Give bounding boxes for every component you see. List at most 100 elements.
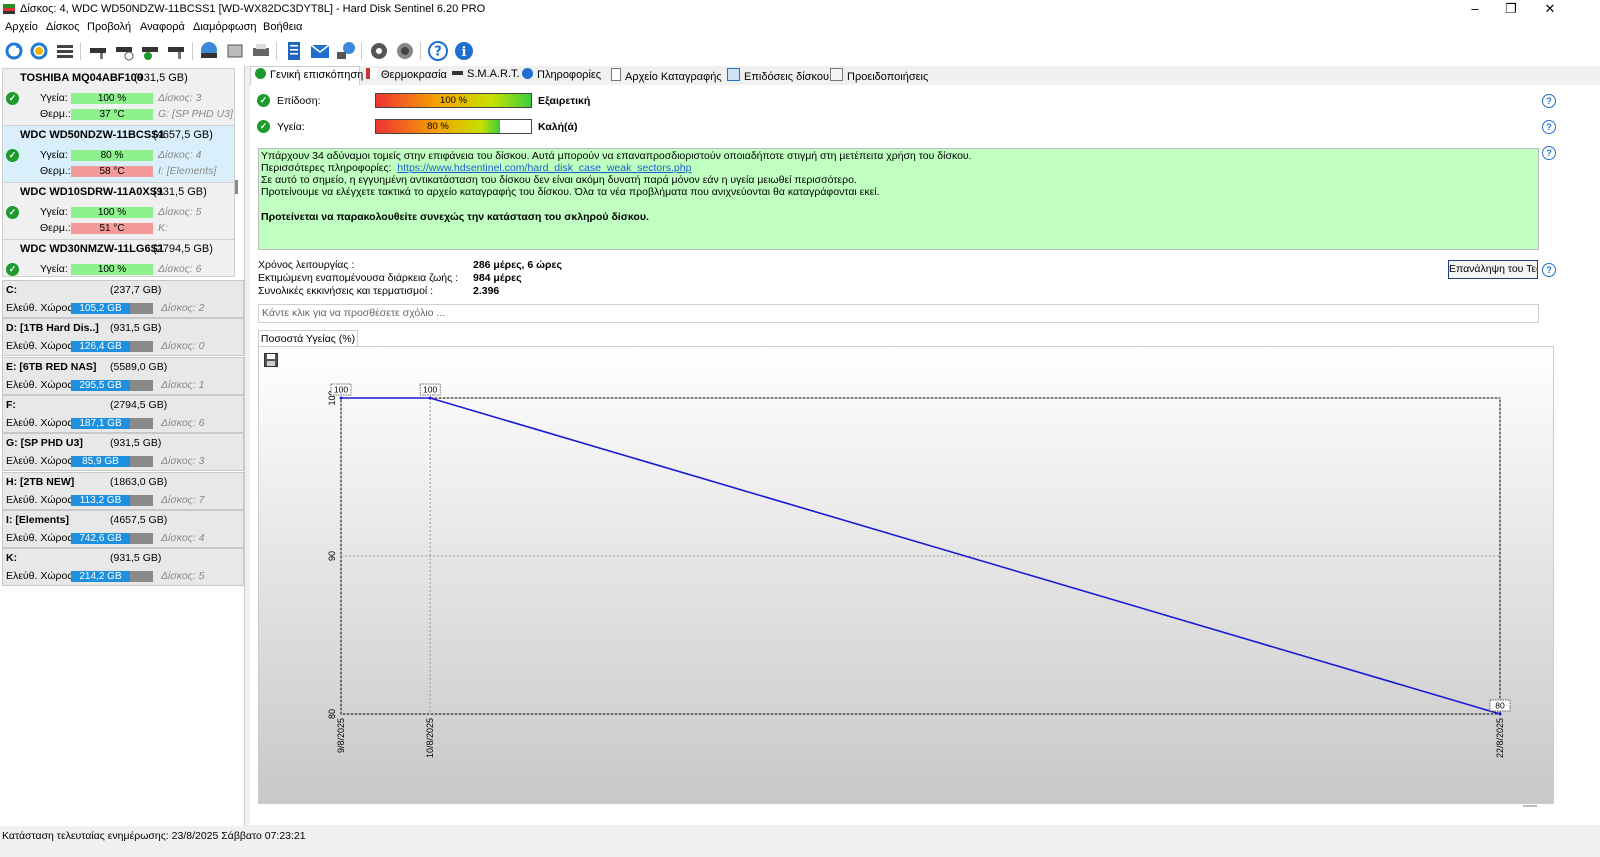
menu-report[interactable]: Αναφορά — [140, 21, 185, 33]
volume-card[interactable]: C: (237,7 GB) Ελεύθ. Χώρος 105,2 GB Δίσκος: … — [2, 280, 244, 318]
tab-label: Γενική επισκόπηση — [270, 69, 364, 81]
speaker-icon[interactable] — [394, 40, 416, 62]
mail-icon[interactable] — [309, 40, 331, 62]
tab-temperature[interactable]: Θερμοκρασία — [366, 68, 447, 84]
tab-alerts[interactable]: Προειδοποιήσεις — [830, 68, 928, 84]
free-space-fill: 85,9 GB — [71, 456, 131, 468]
uptime-label: Χρόνος λειτουργίας : — [258, 259, 355, 271]
tab-log[interactable]: Αρχείο Καταγραφής — [611, 68, 722, 84]
disk-card-selected[interactable]: WDC WD50NDZW-11BCSS1 (4657,5 GB) ✓ Υγεία… — [2, 125, 235, 183]
volume-size: (931,5 GB) — [110, 437, 162, 450]
disk-list-scrollbar[interactable] — [235, 180, 238, 194]
tab-overview[interactable]: Γενική επισκόπηση — [255, 68, 363, 84]
free-space-fill: 214,2 GB — [71, 571, 131, 583]
y-tick-label: 80 — [327, 709, 337, 719]
chart-icon — [727, 68, 740, 81]
health-bar: 100 % — [71, 207, 153, 218]
volume-disk-number: Δίσκος: 2 — [161, 302, 205, 314]
status-bar: Κατάσταση τελευταίας ενημέρωσης: 23/8/20… — [0, 826, 1600, 857]
volume-name: K: — [6, 552, 18, 565]
disk-volume: K: — [158, 222, 168, 234]
toolbar-separator — [276, 42, 277, 60]
volume-card[interactable]: E: [6TB RED NAS] (5589,0 GB) Ελεύθ. Χώρος 2… — [2, 356, 244, 395]
retest-button[interactable]: Επανάληψη του Τεσ — [1448, 260, 1538, 279]
tab-label: S.M.A.R.T. — [467, 68, 520, 80]
info-icon[interactable]: i — [453, 40, 475, 62]
free-space-fill: 742,6 GB — [71, 532, 131, 544]
power-cycles-label: Συνολικές εκκινήσεις και τερματισμοί : — [258, 285, 434, 297]
comment-input[interactable]: Κάντε κλικ για να προσθέσετε σχόλιο ... — [258, 304, 1539, 323]
printer-icon[interactable] — [250, 40, 272, 62]
health-bar: 100 % — [71, 93, 153, 104]
help-icon[interactable]: ? — [1542, 94, 1556, 108]
volume-card[interactable]: I: [Elements] (4657,5 GB) Ελεύθ. Χώρος 742,… — [2, 509, 244, 548]
volume-card[interactable]: K: (931,5 GB) Ελεύθ. Χώρος 214,2 GB Δίσκος: … — [2, 548, 244, 587]
disk-scan-icon[interactable] — [166, 40, 188, 62]
health-label: Υγεία: — [40, 263, 68, 275]
free-space-label: Ελεύθ. Χώρος — [6, 416, 73, 429]
disk-tools-icon[interactable] — [88, 40, 110, 62]
toolbar-separator — [361, 42, 362, 60]
free-space-bar: 187,1 GB — [71, 417, 153, 429]
tab-information[interactable]: Πληροφορίες — [522, 68, 601, 84]
disk-size: (931,5 GB) — [153, 186, 207, 198]
menu-configuration[interactable]: Διαμόρφωση — [193, 21, 257, 33]
data-point — [339, 396, 343, 400]
info-link[interactable]: https://www.hdsentinel.com/hard_disk_cas… — [397, 162, 691, 174]
disk-card[interactable]: WDC WD10SDRW-11A0XS1 (931,5 GB) ✓ Υγεία:… — [2, 182, 235, 240]
disk-card[interactable]: TOSHIBA MQ04ABF100 (931,5 GB) ✓ Υγεία: 1… — [2, 68, 235, 126]
refresh-alert-icon[interactable] — [28, 40, 50, 62]
svg-text:i: i — [462, 45, 467, 60]
volume-name: D: [1TB Hard Dis..] — [6, 322, 99, 335]
report-icon[interactable] — [283, 40, 305, 62]
data-point — [1498, 712, 1502, 716]
volume-card[interactable]: H: [2TB NEW] (1863,0 GB) Ελεύθ. Χώρος 113,2… — [2, 471, 244, 510]
health-label: Υγεία: — [40, 149, 68, 161]
data-label: 100 — [334, 385, 348, 395]
settings-gear-icon[interactable] — [368, 40, 390, 62]
menu-file[interactable]: Αρχείο — [5, 21, 38, 33]
disk-name: WDC WD30NMZW-11LG6S1 — [20, 243, 165, 255]
disk-number: Δίσκος: 3 — [158, 92, 202, 104]
menu-help[interactable]: Βοήθεια — [263, 21, 302, 33]
free-space-fill: 105,2 GB — [71, 303, 131, 314]
x-tick-label: 10/8/2025 — [425, 718, 435, 758]
disk-check-icon[interactable] — [140, 40, 162, 62]
tab-performance[interactable]: Επιδόσεις δίσκου — [727, 68, 829, 84]
data-label: 100 — [423, 385, 437, 395]
disk-card[interactable]: WDC WD30NMZW-11LG6S1 (2794,5 GB) ✓ Υγεία… — [2, 239, 235, 277]
disk-volume: I: [Elements] — [158, 165, 217, 177]
volume-disk-number: Δίσκος: 7 — [161, 493, 205, 506]
free-space-label: Ελεύθ. Χώρος — [6, 455, 73, 468]
toolbar-separator — [192, 42, 193, 60]
performance-text: Εξαιρετική — [538, 95, 591, 107]
tab-smart[interactable]: S.M.A.R.T. — [452, 68, 520, 84]
disk-clock-icon[interactable] — [114, 40, 136, 62]
help-icon[interactable]: ? — [427, 40, 449, 62]
free-space-bar: 214,2 GB — [71, 571, 153, 583]
resize-grip[interactable] — [1523, 805, 1537, 807]
network-icon[interactable] — [335, 40, 357, 62]
disk-list-icon[interactable] — [54, 40, 76, 62]
help-icon[interactable]: ? — [1542, 146, 1556, 160]
volume-card[interactable]: D: [1TB Hard Dis..] (931,5 GB) Ελεύθ. Χώρο… — [2, 318, 244, 357]
server-icon[interactable] — [224, 40, 246, 62]
refresh-icon[interactable] — [3, 40, 25, 62]
globe-disk-icon[interactable] — [198, 40, 220, 62]
menu-disk[interactable]: Δίσκος — [46, 21, 79, 33]
volume-card[interactable]: G: [SP PHD U3] (931,5 GB) Ελεύθ. Χώρος 85,9… — [2, 433, 244, 472]
help-icon[interactable]: ? — [1542, 263, 1556, 277]
free-space-fill: 295,5 GB — [71, 379, 131, 391]
disk-size: (4657,5 GB) — [153, 129, 213, 141]
help-icon[interactable]: ? — [1542, 120, 1556, 134]
volume-card[interactable]: F: (2794,5 GB) Ελεύθ. Χώρος 187,1 GB Δίσκος:… — [2, 394, 244, 433]
menu-view[interactable]: Προβολή — [87, 21, 131, 33]
status-ok-icon: ✓ — [6, 92, 19, 105]
tab-health-chart[interactable]: Ποσοστά Υγείας (%) — [258, 330, 358, 347]
health-label: Υγεία: — [40, 206, 68, 218]
performance-ok-icon: ✓ — [257, 94, 270, 107]
temperature-label: Θερμ.: — [40, 222, 71, 234]
close-button[interactable]: ✕ — [1527, 0, 1573, 20]
toolbar-separator — [80, 42, 81, 60]
performance-bar: 100 % — [375, 93, 532, 108]
